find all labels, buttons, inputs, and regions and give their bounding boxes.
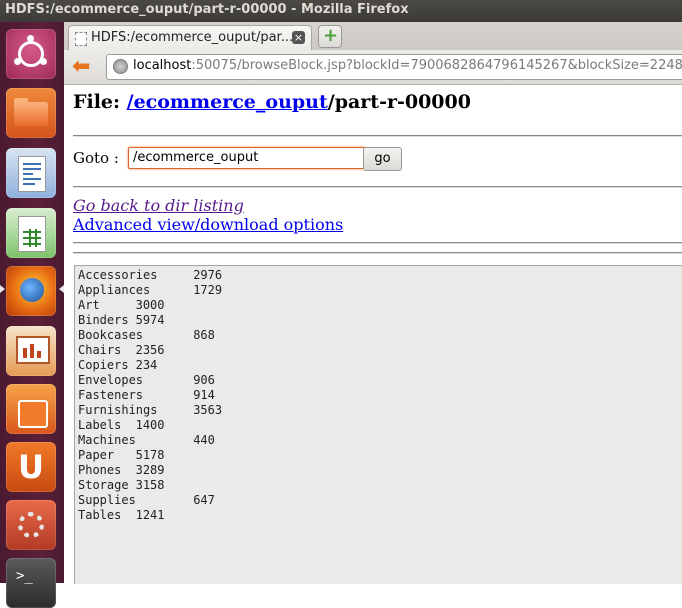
category-count: 3000 bbox=[135, 298, 165, 312]
url-text[interactable]: localhost:50075/browseBlock.jsp?blockId=… bbox=[133, 58, 682, 73]
category-name: Appliances bbox=[78, 283, 151, 297]
url-path: :50075/browseBlock.jsp?blockId=790068286… bbox=[191, 58, 682, 73]
unity-launcher: U >_ bbox=[0, 22, 65, 608]
file-contents-textarea[interactable]: Accessories 2976 Appliances 1729 Art 3000 Bind… bbox=[74, 265, 682, 584]
file-dir-link[interactable]: /ecommerce_ouput bbox=[127, 91, 328, 113]
category-name: Accessories bbox=[78, 268, 158, 282]
divider bbox=[73, 252, 682, 254]
tab-title: HDFS:/ecommerce_ouput/par... bbox=[91, 30, 294, 45]
category-name: Fasteners bbox=[78, 388, 144, 402]
go-button[interactable]: go bbox=[363, 147, 402, 171]
ubuntu-one-icon[interactable]: U bbox=[6, 442, 56, 492]
category-name: Envelopes bbox=[78, 373, 144, 387]
category-name: Bookcases bbox=[78, 328, 144, 342]
category-name: Binders bbox=[78, 313, 129, 327]
category-count: 647 bbox=[193, 493, 215, 507]
divider bbox=[73, 242, 682, 244]
category-count: 2356 bbox=[135, 343, 165, 357]
url-bar[interactable]: localhost:50075/browseBlock.jsp?blockId=… bbox=[106, 54, 682, 80]
browser-tab[interactable]: HDFS:/ecommerce_ouput/par... × bbox=[68, 25, 312, 51]
category-name: Supplies bbox=[78, 493, 136, 507]
libreoffice-writer-icon[interactable] bbox=[6, 148, 56, 198]
category-count: 3289 bbox=[135, 463, 165, 477]
libreoffice-impress-icon[interactable] bbox=[6, 326, 56, 376]
url-host: localhost bbox=[133, 58, 192, 73]
files-icon[interactable] bbox=[6, 88, 56, 138]
goto-input[interactable]: /ecommerce_ouput bbox=[128, 147, 366, 169]
category-count: 1241 bbox=[135, 508, 165, 522]
new-tab-button[interactable]: + bbox=[318, 25, 342, 48]
back-to-dir-link[interactable]: Go back to dir listing bbox=[73, 196, 244, 215]
category-count: 914 bbox=[193, 388, 215, 402]
category-name: Copiers bbox=[78, 358, 129, 372]
file-name: /part-r-00000 bbox=[327, 91, 471, 113]
back-arrow-icon: ⬅ bbox=[72, 54, 91, 79]
ubuntu-software-center-icon[interactable] bbox=[6, 384, 56, 434]
category-count: 1729 bbox=[193, 283, 223, 297]
firefox-icon[interactable] bbox=[6, 266, 56, 316]
site-identity-icon[interactable] bbox=[113, 59, 128, 74]
window-title: HDFS:/ecommerce_ouput/part-r-00000 - Moz… bbox=[5, 2, 409, 17]
close-tab-icon[interactable]: × bbox=[292, 31, 305, 44]
category-count: 5178 bbox=[135, 448, 165, 462]
category-count: 3158 bbox=[135, 478, 165, 492]
back-button[interactable]: ⬅ bbox=[70, 55, 96, 79]
category-name: Phones bbox=[78, 463, 122, 477]
category-count: 234 bbox=[135, 358, 158, 372]
advanced-options-link[interactable]: Advanced view/download options bbox=[73, 215, 343, 234]
divider bbox=[73, 186, 682, 188]
category-count: 2976 bbox=[193, 268, 223, 282]
category-name: Furnishings bbox=[78, 403, 158, 417]
category-name: Tables bbox=[78, 508, 122, 522]
category-count: 440 bbox=[193, 433, 215, 447]
terminal-icon[interactable]: >_ bbox=[6, 558, 56, 608]
category-count: 5974 bbox=[135, 313, 165, 327]
category-name: Labels bbox=[78, 418, 122, 432]
page-content: File: /ecommerce_ouput/part-r-00000 Goto… bbox=[64, 85, 682, 584]
window-titlebar: HDFS:/ecommerce_ouput/part-r-00000 - Moz… bbox=[0, 0, 682, 22]
ubuntu-dash-icon[interactable] bbox=[6, 29, 56, 79]
browser-tab-strip: HDFS:/ecommerce_ouput/par... × + bbox=[64, 22, 682, 51]
category-name: Art bbox=[78, 298, 100, 312]
category-count: 906 bbox=[193, 373, 215, 387]
category-name: Chairs bbox=[78, 343, 122, 357]
page-favicon-icon bbox=[75, 32, 87, 46]
category-count: 3563 bbox=[193, 403, 223, 417]
page-title: File: /ecommerce_ouput/part-r-00000 bbox=[73, 91, 471, 113]
category-name: Machines bbox=[78, 433, 136, 447]
category-name: Paper bbox=[78, 448, 115, 462]
navigation-toolbar: ⬅ localhost:50075/browseBlock.jsp?blockI… bbox=[64, 50, 682, 85]
libreoffice-calc-icon[interactable] bbox=[6, 208, 56, 258]
plus-icon: + bbox=[323, 25, 339, 46]
system-settings-icon[interactable] bbox=[6, 500, 56, 550]
divider bbox=[73, 135, 682, 137]
goto-label: Goto : bbox=[73, 149, 119, 167]
category-name: Storage bbox=[78, 478, 129, 492]
file-label: File: bbox=[73, 91, 127, 113]
category-count: 868 bbox=[193, 328, 215, 342]
category-count: 1400 bbox=[135, 418, 165, 432]
